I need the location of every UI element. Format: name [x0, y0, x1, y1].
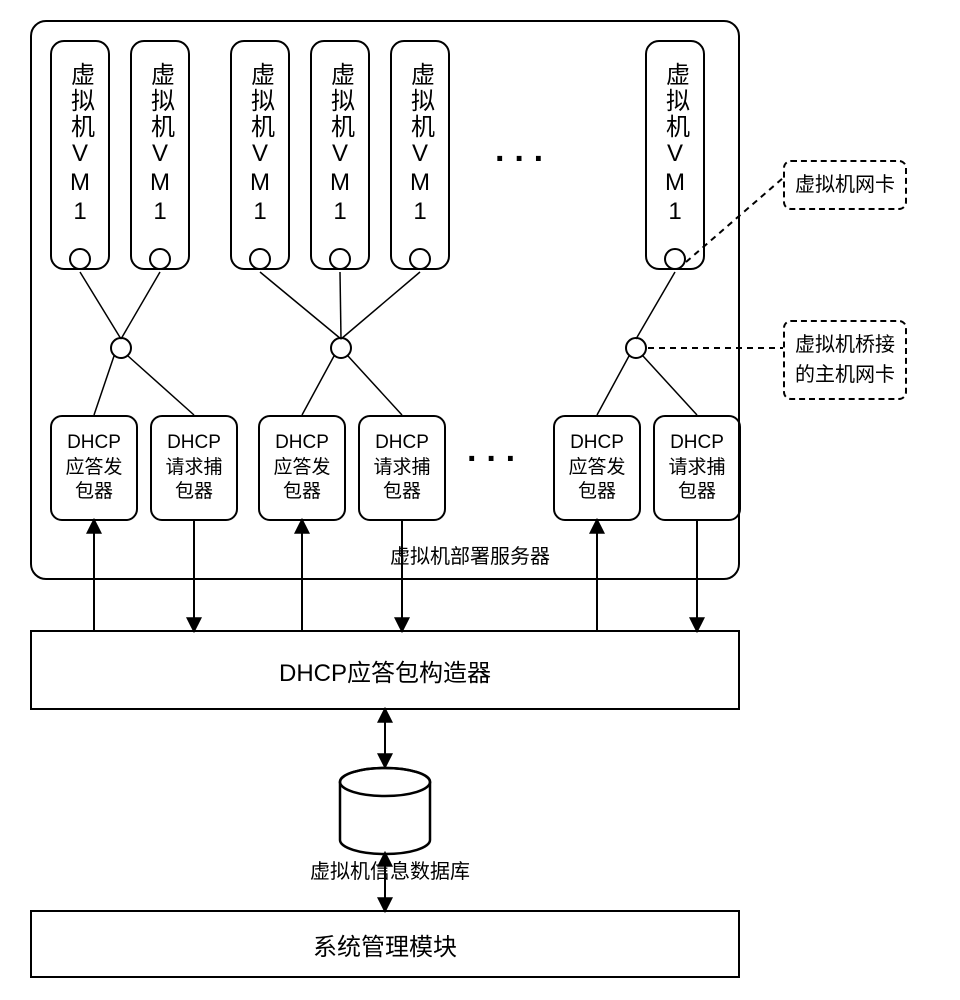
- vm-box: 虚拟机VM1: [390, 40, 450, 270]
- vm-label: 虚拟机VM1: [403, 62, 438, 227]
- legend-vm-nic: 虚拟机网卡: [783, 160, 907, 210]
- vm-box: 虚拟机VM1: [645, 40, 705, 270]
- vm-label: 虚拟机VM1: [323, 62, 358, 227]
- vm-nic-icon: [329, 248, 351, 270]
- dhcp-response-sender: DHCP 应答发 包器: [553, 415, 641, 521]
- vm-box: 虚拟机VM1: [130, 40, 190, 270]
- vm-box: 虚拟机VM1: [230, 40, 290, 270]
- vm-box: 虚拟机VM1: [50, 40, 110, 270]
- host-nic-icon: [625, 337, 647, 359]
- dhcp-response-sender: DHCP 应答发 包器: [50, 415, 138, 521]
- ellipsis-icon: ···: [467, 440, 525, 479]
- dhcp-response-sender: DHCP 应答发 包器: [258, 415, 346, 521]
- server-label: 虚拟机部署服务器: [390, 540, 550, 569]
- dhcp-request-capturer: DHCP 请求捕 包器: [653, 415, 741, 521]
- dhcp-response-constructor: DHCP应答包构造器: [30, 630, 740, 710]
- host-nic-icon: [330, 337, 352, 359]
- vm-label: 虚拟机VM1: [658, 62, 693, 227]
- vm-box: 虚拟机VM1: [310, 40, 370, 270]
- vm-label: 虚拟机VM1: [243, 62, 278, 227]
- dhcp-request-capturer: DHCP 请求捕 包器: [358, 415, 446, 521]
- vm-nic-icon: [409, 248, 431, 270]
- dhcp-request-capturer: DHCP 请求捕 包器: [150, 415, 238, 521]
- system-management-module: 系统管理模块: [30, 910, 740, 978]
- legend-host-nic: 虚拟机桥接 的主机网卡: [783, 320, 907, 400]
- vm-label: 虚拟机VM1: [63, 62, 98, 227]
- db-label: 虚拟机信息数据库: [310, 855, 470, 884]
- vm-nic-icon: [149, 248, 171, 270]
- host-nic-icon: [110, 337, 132, 359]
- database-icon: [340, 768, 430, 854]
- vm-label: 虚拟机VM1: [143, 62, 178, 227]
- vm-nic-icon: [664, 248, 686, 270]
- ellipsis-icon: ···: [495, 140, 553, 179]
- vm-nic-icon: [69, 248, 91, 270]
- vm-nic-icon: [249, 248, 271, 270]
